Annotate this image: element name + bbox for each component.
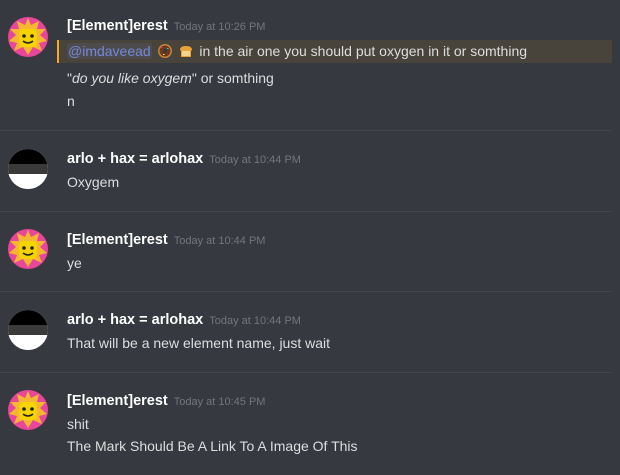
- striped-circle-avatar[interactable]: [8, 310, 48, 350]
- lego-head-avatar[interactable]: [8, 17, 48, 57]
- message-header: [Element]erest Today at 10:44 PM: [67, 231, 265, 249]
- lego-head-avatar[interactable]: [8, 229, 48, 269]
- message-group: arlo + hax = arlohax Today at 10:44 PM Th…: [0, 292, 620, 372]
- message-line: ye: [67, 255, 82, 271]
- message-line: "do you like oxygem" or somthing: [67, 70, 274, 86]
- message-header: [Element]erest Today at 10:45 PM: [67, 392, 265, 410]
- message-line: Oxygem: [67, 174, 120, 190]
- username[interactable]: arlo + hax = arlohax: [67, 312, 203, 328]
- striped-circle-avatar[interactable]: [8, 149, 48, 189]
- username[interactable]: [Element]erest: [67, 232, 168, 248]
- message-line: That will be a new element name, just wa…: [67, 335, 331, 351]
- message-content: @imdaveead in the air one you should put…: [67, 43, 527, 59]
- username[interactable]: arlo + hax = arlohax: [67, 151, 203, 167]
- message-list: [Element]erest Today at 10:26 PM @imdavee…: [0, 0, 620, 475]
- message-header: arlo + hax = arlohax Today at 10:44 PM: [67, 150, 301, 168]
- mention-highlight: @imdaveead in the air one you should put…: [57, 40, 612, 63]
- doughnut-emoji-icon: [157, 43, 173, 59]
- timestamp[interactable]: Today at 10:26 PM: [174, 21, 266, 33]
- username[interactable]: [Element]erest: [67, 393, 168, 409]
- timestamp[interactable]: Today at 10:44 PM: [174, 235, 266, 247]
- message-header: [Element]erest Today at 10:26 PM: [67, 17, 265, 35]
- quote-close: " or somthing: [191, 70, 274, 86]
- username[interactable]: [Element]erest: [67, 18, 168, 34]
- italic-text: do you like oxygem: [71, 70, 192, 86]
- timestamp[interactable]: Today at 10:45 PM: [174, 396, 266, 408]
- lego-head-avatar[interactable]: [8, 390, 48, 430]
- message-header: arlo + hax = arlohax Today at 10:44 PM: [67, 311, 301, 329]
- timestamp[interactable]: Today at 10:44 PM: [209, 315, 301, 327]
- user-mention[interactable]: @imdaveead: [67, 43, 152, 59]
- message-group: [Element]erest Today at 10:45 PM shit The…: [0, 373, 620, 475]
- message-group: arlo + hax = arlohax Today at 10:44 PM Ox…: [0, 131, 620, 211]
- bread-emoji-icon: [178, 43, 194, 59]
- message-group: [Element]erest Today at 10:44 PM ye: [0, 212, 620, 291]
- message-text: in the air one you should put oxygen in …: [199, 43, 528, 59]
- message-line: n: [67, 93, 75, 109]
- message-line: shit: [67, 416, 89, 432]
- timestamp[interactable]: Today at 10:44 PM: [209, 154, 301, 166]
- message-line: The Mark Should Be A Link To A Image Of …: [67, 438, 358, 454]
- message-group: [Element]erest Today at 10:26 PM @imdavee…: [0, 0, 620, 130]
